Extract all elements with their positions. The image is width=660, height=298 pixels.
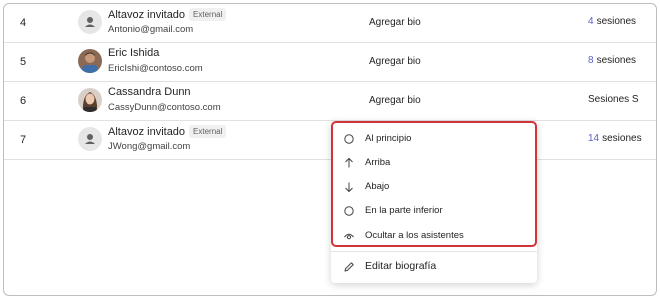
session-label: sesiones <box>596 16 637 27</box>
avatar-photo <box>78 88 102 112</box>
circle-icon <box>344 206 354 216</box>
add-bio-link[interactable]: Agregar bio <box>369 56 421 67</box>
session-label: sesiones <box>602 133 642 144</box>
menu-item-move-to-top[interactable]: Al principio <box>331 127 537 151</box>
speaker-email: EricIshi@contoso.com <box>108 63 203 74</box>
speakers-table: 4 Altavoz invitado External Antonio@gmail… <box>3 3 657 296</box>
menu-item-label: Al principio <box>365 133 412 144</box>
table-row[interactable]: 7 Altavoz invitado External JWong@gmail.c… <box>4 121 656 160</box>
eye-icon <box>344 233 354 240</box>
speaker-email: JWong@gmail.com <box>108 141 191 152</box>
avatar-photo <box>78 49 102 73</box>
session-label: sesiones <box>596 55 637 66</box>
table-row[interactable]: 5 Eric Ishida EricIshi@contoso.com Agreg… <box>4 43 656 82</box>
menu-item-move-up[interactable]: Arriba <box>331 151 537 175</box>
menu-item-move-down[interactable]: Abajo <box>331 175 537 199</box>
row-number: 7 <box>20 134 27 146</box>
menu-item-edit-bio[interactable]: Editar biografía <box>331 255 537 279</box>
sessions-cell[interactable]: 14 sesiones <box>588 133 642 144</box>
menu-item-move-to-bottom[interactable]: En la parte inferior <box>331 199 537 223</box>
menu-item-label: Ocultar a los asistentes <box>365 230 464 241</box>
person-icon <box>85 17 95 27</box>
speaker-email: Antonio@gmail.com <box>108 24 194 35</box>
session-count: 4 <box>588 16 594 27</box>
external-badge: External <box>189 8 227 21</box>
session-label: Sesiones S <box>588 94 639 105</box>
menu-item-label: En la parte inferior <box>365 205 443 216</box>
session-count: 8 <box>588 55 594 66</box>
table-row[interactable]: 4 Altavoz invitado External Antonio@gmail… <box>4 4 656 43</box>
speaker-name: Cassandra Dunn <box>108 86 191 98</box>
speaker-name: Altavoz invitado External <box>108 8 227 21</box>
table-row[interactable]: 6 Cassandra Dunn CassyDunn@contoso.com A… <box>4 82 656 121</box>
pencil-icon <box>344 262 354 272</box>
external-badge: External <box>189 125 227 138</box>
add-bio-link[interactable]: Agregar bio <box>369 17 421 28</box>
menu-item-hide-from-attendees[interactable]: Ocultar a los asistentes <box>331 224 537 248</box>
circle-icon <box>344 134 354 144</box>
add-bio-link[interactable]: Agregar bio <box>369 95 421 106</box>
row-number: 5 <box>20 56 27 68</box>
menu-item-label: Abajo <box>365 181 390 192</box>
reorder-context-menu: Al principio Arriba Abajo En la parte in… <box>331 121 537 283</box>
sessions-cell[interactable]: Sesiones S <box>588 94 639 105</box>
speaker-email: CassyDunn@contoso.com <box>108 102 221 113</box>
sessions-cell[interactable]: 8 sesiones <box>588 55 636 66</box>
guest-avatar <box>78 10 102 34</box>
arrow-up-icon <box>345 157 353 168</box>
row-number: 6 <box>20 95 27 107</box>
speaker-name: Altavoz invitado External <box>108 125 227 138</box>
sessions-cell[interactable]: 4 sesiones <box>588 16 636 27</box>
session-count: 14 <box>588 133 600 144</box>
menu-item-label: Arriba <box>365 157 391 168</box>
menu-item-label: Editar biografía <box>365 260 437 272</box>
menu-divider <box>331 251 537 252</box>
speaker-name: Eric Ishida <box>108 47 160 59</box>
row-number: 4 <box>20 17 27 29</box>
person-icon <box>85 134 95 144</box>
guest-avatar <box>78 127 102 151</box>
arrow-down-icon <box>345 182 353 193</box>
